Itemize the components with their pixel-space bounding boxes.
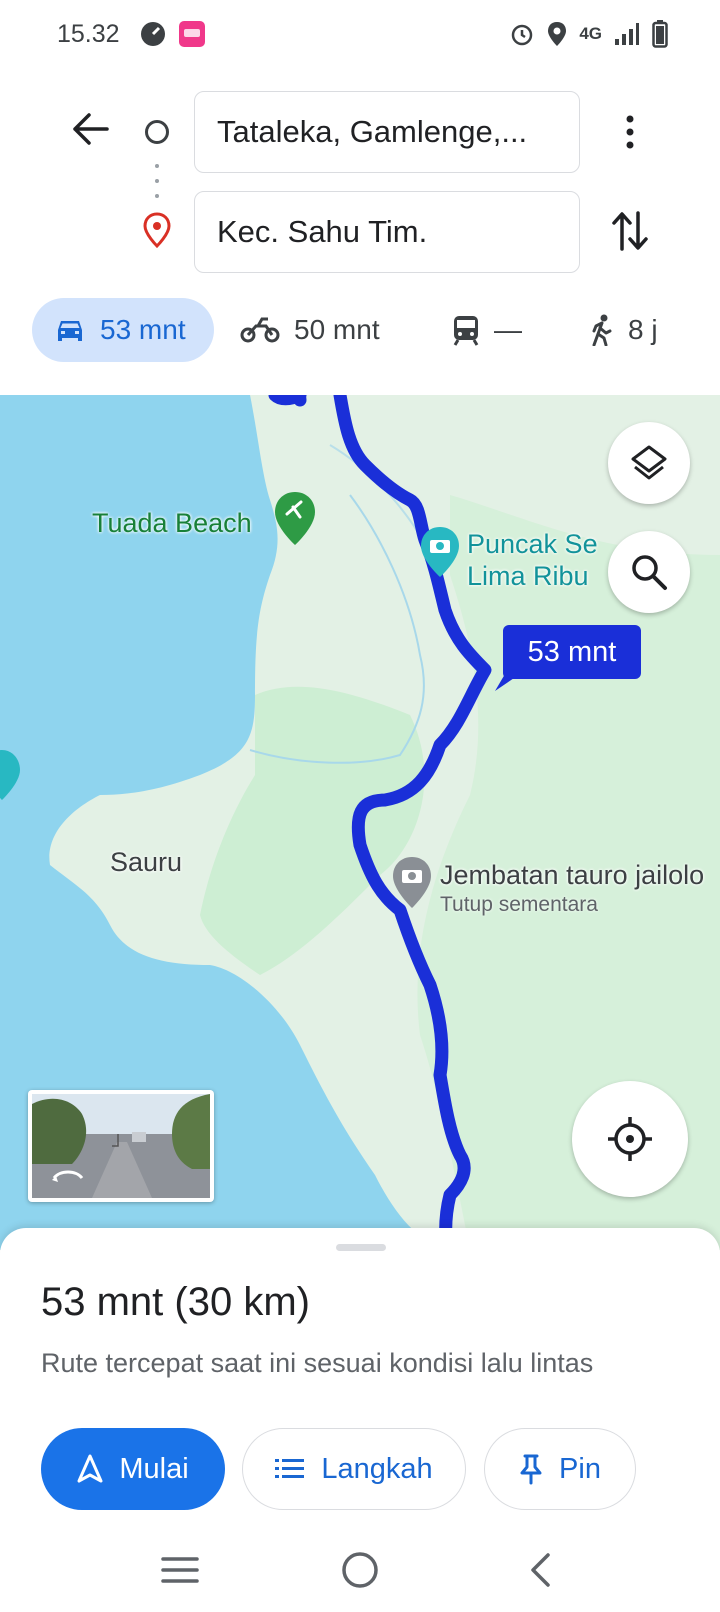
mode-car-tab[interactable]: 53 mnt <box>32 298 214 362</box>
origin-circle-icon <box>145 120 169 144</box>
mode-transit-tab[interactable]: — <box>452 298 522 362</box>
layers-icon <box>631 445 667 480</box>
pin-button[interactable]: Pin <box>484 1428 636 1510</box>
more-options-button[interactable] <box>610 108 650 156</box>
start-button[interactable]: Mulai <box>41 1428 225 1510</box>
street-view-image <box>32 1094 210 1198</box>
my-location-button[interactable] <box>572 1081 688 1197</box>
motorcycle-icon <box>240 317 280 343</box>
network-type: 4G <box>579 24 602 43</box>
pin-button-label: Pin <box>559 1452 601 1485</box>
battery-icon <box>652 20 668 48</box>
route-time-label[interactable]: 53 mnt <box>503 625 641 679</box>
status-bar: 15.32 4G <box>0 0 720 68</box>
car-icon <box>58 321 82 341</box>
chevron-left-icon <box>531 1553 550 1587</box>
search-icon <box>632 555 667 590</box>
map-label-bridge-status: Tutup sementara <box>440 893 598 916</box>
route-dots-icon <box>155 164 159 198</box>
lazada-app-icon <box>179 21 205 47</box>
origin-input[interactable]: Tataleka, Gamlenge,... <box>194 91 580 173</box>
route-summary: 53 mnt (30 km) <box>41 1280 310 1324</box>
sheet-drag-handle[interactable] <box>336 1244 386 1251</box>
steps-button[interactable]: Langkah <box>242 1428 466 1510</box>
start-button-label: Mulai <box>119 1452 189 1485</box>
mode-motorcycle-label: 50 mnt <box>294 314 380 345</box>
back-button[interactable] <box>66 105 114 153</box>
map-label-bridge[interactable]: Jembatan tauro jailolo <box>440 860 704 891</box>
layers-button[interactable] <box>608 422 690 504</box>
more-vert-icon <box>626 115 634 149</box>
menu-lines-icon <box>161 1557 199 1583</box>
arrow-left-icon <box>73 113 109 145</box>
map-search-button[interactable] <box>608 531 690 613</box>
system-nav-bar <box>0 1536 720 1612</box>
map-view[interactable]: Tuada Beach Puncak Se Lima Ribu Sauru Je… <box>0 395 720 1250</box>
alarm-icon <box>512 24 533 46</box>
mode-motorcycle-tab[interactable]: 50 mnt <box>240 298 380 362</box>
street-view-thumbnail[interactable] <box>28 1090 214 1202</box>
steps-button-label: Langkah <box>321 1452 433 1485</box>
signal-icon <box>615 23 639 45</box>
map-label-viewpoint-line2[interactable]: Lima Ribu <box>467 561 589 592</box>
pin-icon <box>520 1454 542 1485</box>
location-icon <box>548 22 567 46</box>
navigation-arrow-icon <box>77 1454 103 1483</box>
destination-pin-icon <box>143 212 171 249</box>
my-location-icon <box>608 1117 652 1161</box>
mode-walk-tab[interactable]: 8 j <box>590 298 658 362</box>
map-label-viewpoint-line1[interactable]: Puncak Se <box>467 529 598 560</box>
destination-input[interactable]: Kec. Sahu Tim. <box>194 191 580 273</box>
mode-car-label: 53 mnt <box>100 314 186 345</box>
swap-vert-icon <box>612 211 648 251</box>
speed-icon <box>141 22 165 46</box>
list-icon <box>275 1459 305 1478</box>
route-subtitle: Rute tercepat saat ini sesuai kondisi la… <box>41 1348 594 1378</box>
mode-transit-label: — <box>494 314 522 345</box>
home-circle-icon <box>342 1552 378 1588</box>
mode-walk-label: 8 j <box>628 314 658 345</box>
map-label-beach[interactable]: Tuada Beach <box>92 508 252 539</box>
recent-apps-button[interactable] <box>155 1550 205 1590</box>
status-time: 15.32 <box>57 20 120 48</box>
map-label-village: Sauru <box>110 847 183 877</box>
home-button[interactable] <box>335 1550 385 1590</box>
swap-button[interactable] <box>606 205 654 257</box>
train-icon <box>453 316 479 346</box>
back-nav-button[interactable] <box>515 1550 565 1590</box>
walk-icon <box>592 314 612 346</box>
